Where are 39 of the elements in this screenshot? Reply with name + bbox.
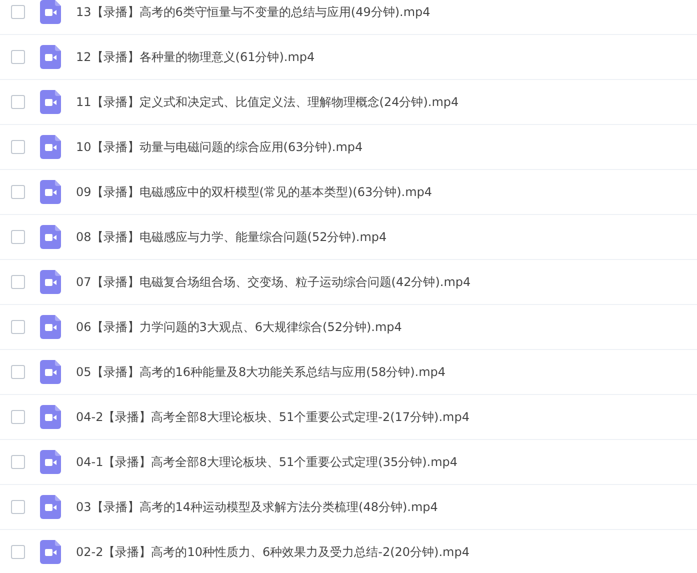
checkbox[interactable]	[11, 545, 25, 559]
checkbox[interactable]	[11, 5, 25, 19]
video-file-icon	[40, 495, 61, 519]
checkbox[interactable]	[11, 320, 25, 334]
video-file-icon	[40, 180, 61, 204]
video-file-icon	[40, 360, 61, 384]
checkbox[interactable]	[11, 455, 25, 469]
video-file-icon	[40, 45, 61, 69]
file-name[interactable]: 10【录播】动量与电磁问题的综合应用(63分钟).mp4	[76, 138, 363, 156]
video-file-icon	[40, 540, 61, 564]
video-file-icon	[40, 135, 61, 159]
video-file-icon	[40, 0, 61, 24]
file-name[interactable]: 09【录播】电磁感应中的双杆模型(常见的基本类型)(63分钟).mp4	[76, 184, 432, 200]
video-file-icon	[40, 225, 61, 249]
file-name[interactable]: 03【录播】高考的14种运动模型及求解方法分类梳理(48分钟).mp4	[76, 498, 438, 516]
file-name[interactable]: 05【录播】高考的16种能量及8大功能关系总结与应用(58分钟).mp4	[76, 364, 446, 380]
video-file-icon	[40, 270, 61, 294]
checkbox[interactable]	[11, 50, 25, 64]
file-name[interactable]: 08【录播】电磁感应与力学、能量综合问题(52分钟).mp4	[76, 228, 387, 246]
file-name[interactable]: 02-2【录播】高考的10种性质力、6种效果力及受力总结-2(20分钟).mp4	[76, 544, 470, 560]
video-file-icon	[40, 450, 61, 474]
file-name[interactable]: 07【录播】电磁复合场组合场、交变场、粒子运动综合问题(42分钟).mp4	[76, 274, 471, 290]
checkbox[interactable]	[11, 185, 25, 199]
video-file-icon	[40, 315, 61, 339]
file-name[interactable]: 04-2【录播】高考全部8大理论板块、51个重要公式定理-2(17分钟).mp4	[76, 408, 470, 426]
file-name[interactable]: 13【录播】高考的6类守恒量与不变量的总结与应用(49分钟).mp4	[76, 4, 430, 20]
checkbox[interactable]	[11, 230, 25, 244]
file-name[interactable]: 06【录播】力学问题的3大观点、6大规律综合(52分钟).mp4	[76, 318, 402, 336]
checkbox[interactable]	[11, 140, 25, 154]
file-name[interactable]: 12【录播】各种量的物理意义(61分钟).mp4	[76, 48, 315, 66]
file-name[interactable]: 11【录播】定义式和决定式、比值定义法、理解物理概念(24分钟).mp4	[76, 94, 459, 110]
checkbox[interactable]	[11, 500, 25, 514]
checkbox[interactable]	[11, 95, 25, 109]
video-file-icon	[40, 405, 61, 429]
file-name[interactable]: 04-1【录播】高考全部8大理论板块、51个重要公式定理(35分钟).mp4	[76, 454, 458, 470]
checkbox[interactable]	[11, 365, 25, 379]
video-file-icon	[40, 90, 61, 114]
checkbox[interactable]	[11, 275, 25, 289]
checkbox[interactable]	[11, 410, 25, 424]
